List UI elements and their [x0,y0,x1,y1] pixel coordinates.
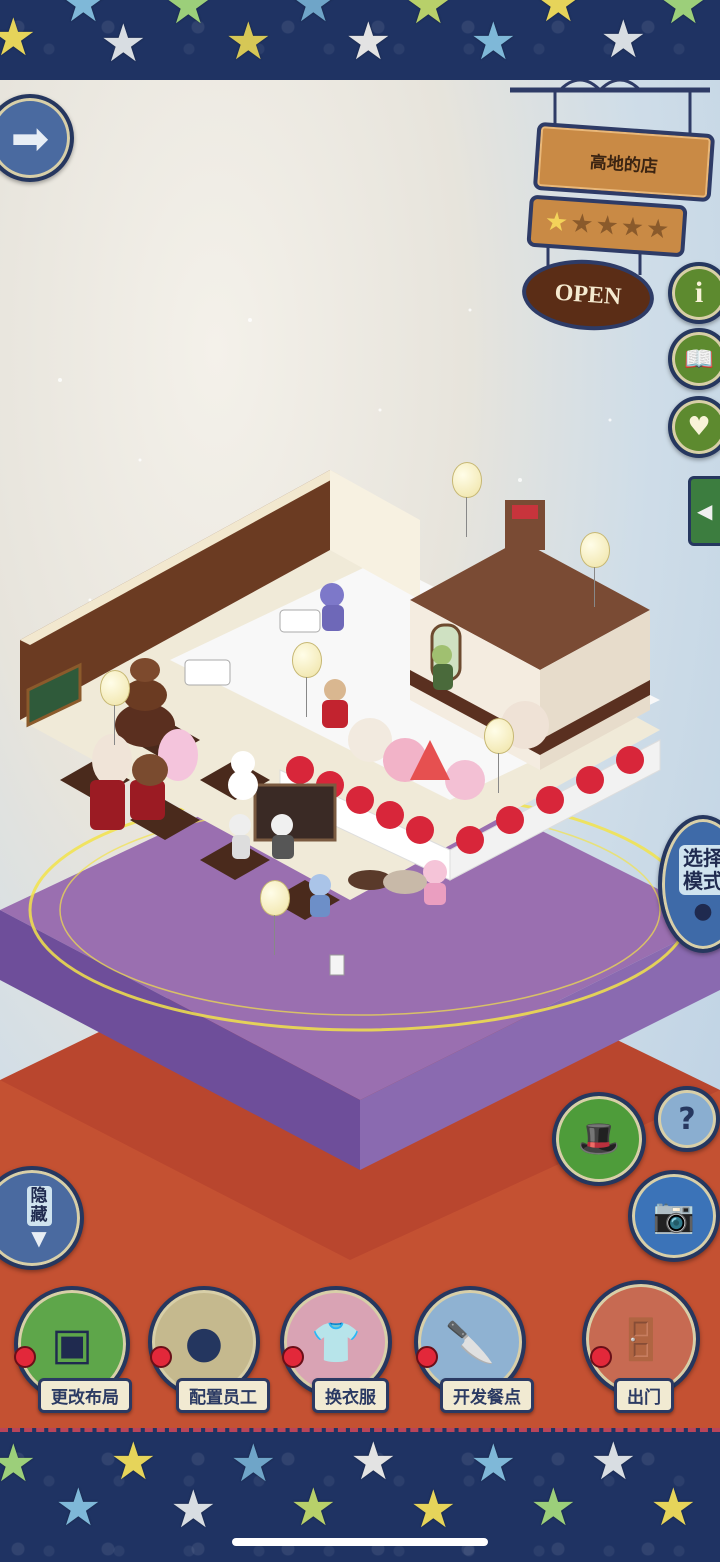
star-decoration: ★ [0,12,37,64]
door-icon: 🚪 [616,1316,666,1363]
rating-star-icon: ★ [543,206,570,239]
go-out-label: 出门 [614,1378,674,1413]
change-layout-label: 更改布局 [38,1378,132,1413]
knife-icon: 🔪 [445,1319,495,1366]
assign-staff-label: 配置员工 [176,1378,270,1413]
shirt-icon: 👕 [311,1319,361,1366]
balloon-decoration [100,670,130,745]
star-decoration: ★ [600,10,647,70]
balloon-decoration [484,718,514,793]
help-label: ? [678,1101,696,1137]
hide-label: 隐 藏 [26,1186,52,1226]
star-decoration: ★ [345,12,392,72]
red-pin-icon [590,1346,612,1368]
star-decoration: ★ [55,1478,102,1538]
star-decoration: ★ [165,0,212,36]
change-outfit-label: 换衣服 [312,1378,389,1413]
rating-star-icon: ★ [619,211,645,244]
star-decoration: ★ [650,1478,697,1538]
chevron-left-icon: ◀ [697,499,713,523]
star-decoration: ★ [100,14,147,74]
camera-icon: 📷 [652,1196,696,1236]
star-decoration: ★ [660,0,707,36]
info-icon: i [694,276,704,309]
bear-face-icon: ● [693,898,713,924]
book-icon: 📖 [684,345,714,373]
arrow-right-icon: ➡ [10,111,50,165]
rating-star-icon: ★ [594,210,620,242]
star-decoration: ★ [170,1480,217,1540]
bear-head-icon: ● [184,1316,224,1368]
red-pin-icon [282,1346,304,1368]
red-pin-icon [14,1346,36,1368]
star-decoration: ★ [110,1432,157,1492]
star-decoration: ★ [0,1438,37,1490]
red-pin-icon [416,1346,438,1368]
shop-name-sign[interactable]: 高地的店 [532,121,716,203]
balloon-decoration [260,880,290,955]
star-decoration: ★ [470,1434,517,1494]
star-decoration: ★ [530,1478,577,1538]
star-decoration: ★ [225,12,272,72]
star-decoration: ★ [230,1434,277,1494]
heart-bubble-icon: ♥ [687,412,711,442]
select-mode-label: 选择 模式 [679,844,720,895]
star-decoration: ★ [405,0,452,36]
balloon-decoration [292,642,322,717]
shop-rating-sign: ★ ★ ★ ★ ★ [526,194,688,258]
table-icon: ▣ [51,1318,93,1370]
hat-icon: 🎩 [577,1119,621,1159]
star-decoration: ★ [410,1480,457,1540]
star-decoration: ★ [590,1432,637,1492]
balloon-decoration [452,462,482,537]
rating-star-icon: ★ [569,208,595,241]
side-panel-tab[interactable]: ◀ [688,476,720,546]
develop-menu-label: 开发餐点 [440,1378,534,1413]
star-decoration: ★ [470,12,517,72]
star-decoration: ★ [290,1478,337,1538]
game-scene[interactable]: ➡ 高地的店 ★ ★ ★ ★ ★ OPEN i 📖 ♥ ◀ 选择 模式 ● 🎩 [0,80,720,1428]
open-sign-text: OPEN [553,279,623,310]
red-pin-icon [150,1346,172,1368]
arrow-down-icon: ▼ [31,1225,47,1250]
balloon-decoration [580,532,610,607]
home-indicator [232,1538,488,1546]
staff-hat-button[interactable]: 🎩 [552,1092,646,1186]
bottom-star-border: ★ ★ ★ ★ ★ ★ ★ ★ ★ ★ ★ ★ [0,1428,720,1562]
star-decoration: ★ [535,0,582,34]
camera-button[interactable]: 📷 [628,1170,720,1262]
rating-star-icon: ★ [644,213,671,246]
top-star-border: ★ ★ ★ ★ ★ ★ ★ ★ ★ ★ ★ ★ [0,0,720,84]
star-decoration: ★ [290,0,337,34]
star-decoration: ★ [350,1432,397,1492]
shop-name-text: 高地的店 [589,152,659,177]
help-button[interactable]: ? [654,1086,720,1152]
